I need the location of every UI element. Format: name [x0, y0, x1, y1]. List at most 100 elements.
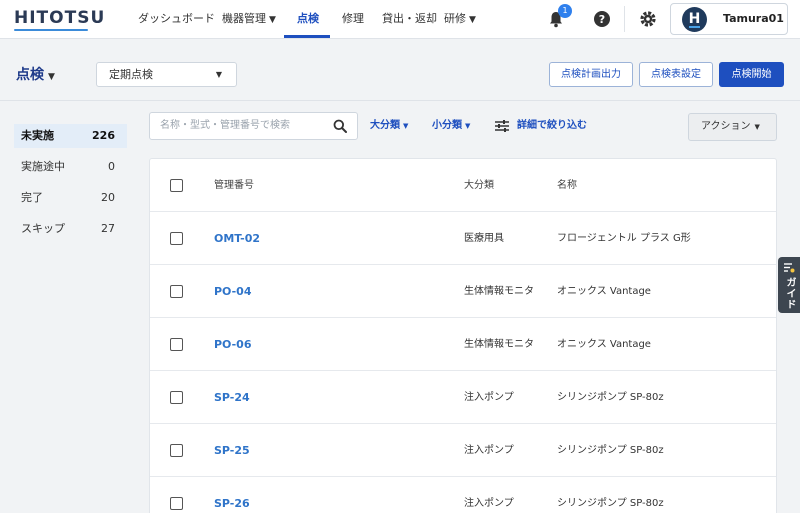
nav-equipment-label: 機器管理 — [222, 12, 266, 25]
svg-text:?: ? — [599, 13, 605, 26]
row-name: シリンジポンプ SP-80z — [557, 392, 664, 403]
row-category: 注入ポンプ — [464, 445, 514, 456]
status-label: 未実施 — [21, 129, 54, 142]
page-title: 点検 — [16, 67, 44, 83]
chevron-down-icon: ▼ — [269, 15, 276, 25]
row-checkbox[interactable] — [170, 285, 183, 298]
sheet-settings-button[interactable]: 点検表設定 — [639, 62, 713, 87]
logo[interactable]: HITOTSU — [14, 8, 105, 28]
avatar-letter: H — [688, 11, 701, 27]
row-category: 注入ポンプ — [464, 392, 514, 403]
column-header-category[interactable]: 大分類 — [464, 159, 494, 212]
row-id-link[interactable]: SP-26 — [214, 477, 250, 513]
nav-lending-label: 貸出・返却 — [382, 12, 437, 25]
row-id-link[interactable]: OMT-02 — [214, 212, 260, 265]
sliders-icon — [495, 120, 509, 132]
status-count: 226 — [92, 129, 115, 142]
row-name: オニックス Vantage — [557, 286, 651, 297]
row-id-link[interactable]: SP-25 — [214, 424, 250, 477]
row-name: シリンジポンプ SP-80z — [557, 445, 664, 456]
nav-dashboard-label: ダッシュボード — [138, 12, 215, 25]
nav-training-label: 研修 — [444, 12, 466, 25]
row-checkbox[interactable] — [170, 232, 183, 245]
table-header-row: 管理番号 大分類 名称 — [150, 159, 776, 212]
major-category-label: 大分類 — [370, 120, 400, 131]
chevron-down-icon: ▼ — [403, 122, 409, 130]
page-title-dropdown[interactable]: 点検 ▼ — [16, 64, 55, 84]
status-item-not-started[interactable]: 未実施 226 — [14, 124, 127, 148]
status-count: 0 — [108, 160, 115, 173]
plan-output-button[interactable]: 点検計画出力 — [549, 62, 633, 87]
major-category-filter[interactable]: 大分類 ▼ — [370, 112, 408, 140]
guide-label: ガイド — [784, 277, 795, 310]
chevron-down-icon: ▼ — [469, 15, 476, 25]
notification-badge: 1 — [558, 4, 572, 18]
guide-tab[interactable]: ガイド — [778, 257, 800, 313]
status-item-completed[interactable]: 完了 20 — [14, 186, 127, 210]
status-count: 20 — [101, 191, 115, 204]
search-input[interactable]: 名称・型式・管理番号で検索 — [149, 112, 358, 140]
nav-dashboard[interactable]: ダッシュボード — [138, 0, 215, 38]
avatar: H — [682, 7, 707, 32]
column-header-id[interactable]: 管理番号 — [214, 159, 254, 212]
status-item-skipped[interactable]: スキップ 27 — [14, 217, 127, 241]
nav-training[interactable]: 研修 ▼ — [444, 0, 476, 38]
select-all-checkbox[interactable] — [170, 179, 183, 192]
username: Tamura01 — [723, 12, 784, 25]
avatar-underline — [689, 26, 700, 28]
start-inspection-button[interactable]: 点検開始 — [719, 62, 784, 87]
inspection-type-select[interactable]: 定期点検 ▼ — [96, 62, 237, 87]
inspection-table: 管理番号 大分類 名称 OMT-02 医療用具 フロージェントル プラス G形 … — [149, 158, 777, 513]
nav-lending[interactable]: 貸出・返却 — [382, 0, 437, 38]
chevron-down-icon: ▼ — [215, 70, 222, 79]
status-label: 実施途中 — [21, 160, 65, 173]
nav-inspection-label: 点検 — [297, 12, 319, 25]
row-id-link[interactable]: SP-24 — [214, 371, 250, 424]
nav-equipment[interactable]: 機器管理 ▼ — [222, 0, 276, 38]
row-checkbox[interactable] — [170, 391, 183, 404]
table-row[interactable]: SP-24 注入ポンプ シリンジポンプ SP-80z — [150, 371, 776, 424]
table-row[interactable]: OMT-02 医療用具 フロージェントル プラス G形 — [150, 212, 776, 265]
row-checkbox[interactable] — [170, 497, 183, 510]
logo-underline — [14, 29, 88, 31]
row-checkbox[interactable] — [170, 444, 183, 457]
row-category: 生体情報モニタ — [464, 286, 534, 297]
inspection-type-value: 定期点検 — [109, 68, 153, 81]
detail-filter-label: 詳細で絞り込む — [517, 120, 587, 131]
table-row[interactable]: PO-06 生体情報モニタ オニックス Vantage — [150, 318, 776, 371]
row-id-link[interactable]: PO-04 — [214, 265, 252, 318]
status-label: スキップ — [21, 222, 65, 235]
row-name: フロージェントル プラス G形 — [557, 233, 691, 244]
status-item-in-progress[interactable]: 実施途中 0 — [14, 155, 127, 179]
row-category: 注入ポンプ — [464, 498, 514, 509]
row-name: シリンジポンプ SP-80z — [557, 498, 664, 509]
chevron-down-icon: ▼ — [754, 123, 760, 131]
user-menu-button[interactable]: H Tamura01 — [670, 3, 788, 35]
top-divider — [624, 6, 625, 32]
chevron-down-icon: ▼ — [465, 122, 471, 130]
column-header-name[interactable]: 名称 — [557, 159, 577, 212]
chevron-down-icon: ▼ — [48, 72, 55, 82]
nav-active-indicator — [284, 35, 330, 38]
row-checkbox[interactable] — [170, 338, 183, 351]
search-placeholder: 名称・型式・管理番号で検索 — [160, 120, 290, 131]
search-icon[interactable] — [333, 119, 347, 133]
gear-icon[interactable] — [638, 9, 658, 29]
minor-category-filter[interactable]: 小分類 ▼ — [432, 112, 470, 140]
table-row[interactable]: SP-26 注入ポンプ シリンジポンプ SP-80z — [150, 477, 776, 513]
row-category: 医療用具 — [464, 233, 504, 244]
action-label: アクション — [701, 121, 751, 132]
header-divider — [0, 100, 800, 101]
action-menu-button[interactable]: アクション ▼ — [688, 113, 777, 141]
help-icon[interactable]: ? — [592, 9, 612, 29]
status-label: 完了 — [21, 191, 43, 204]
minor-category-label: 小分類 — [432, 120, 462, 131]
table-row[interactable]: PO-04 生体情報モニタ オニックス Vantage — [150, 265, 776, 318]
row-id-link[interactable]: PO-06 — [214, 318, 252, 371]
nav-inspection[interactable]: 点検 — [297, 0, 319, 38]
top-nav-bar: HITOTSU ダッシュボード 機器管理 ▼ 点検 修理 貸出・返却 研修 ▼ 1 … — [0, 0, 800, 39]
nav-repair[interactable]: 修理 — [342, 0, 364, 38]
table-row[interactable]: SP-25 注入ポンプ シリンジポンプ SP-80z — [150, 424, 776, 477]
guide-list-icon — [784, 263, 795, 273]
detail-filter-button[interactable]: 詳細で絞り込む — [495, 112, 587, 140]
